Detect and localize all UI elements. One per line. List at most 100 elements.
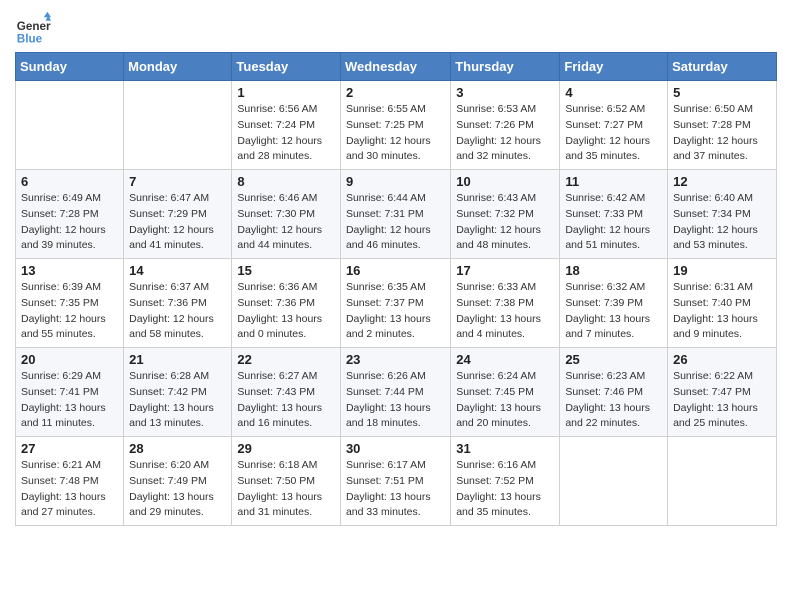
calendar-cell: 31 Sunrise: 6:16 AMSunset: 7:52 PMDayligh… [451, 437, 560, 526]
calendar-cell: 21 Sunrise: 6:28 AMSunset: 7:42 PMDayligh… [124, 348, 232, 437]
calendar-cell: 7 Sunrise: 6:47 AMSunset: 7:29 PMDaylight… [124, 170, 232, 259]
day-number: 19 [673, 263, 771, 278]
logo-icon: General Blue [15, 10, 51, 46]
day-number: 4 [565, 85, 662, 100]
day-number: 31 [456, 441, 554, 456]
calendar-cell: 24 Sunrise: 6:24 AMSunset: 7:45 PMDayligh… [451, 348, 560, 437]
day-info: Sunrise: 6:22 AMSunset: 7:47 PMDaylight:… [673, 369, 771, 432]
day-info: Sunrise: 6:17 AMSunset: 7:51 PMDaylight:… [346, 458, 445, 521]
day-number: 8 [237, 174, 335, 189]
day-info: Sunrise: 6:35 AMSunset: 7:37 PMDaylight:… [346, 280, 445, 343]
day-info: Sunrise: 6:53 AMSunset: 7:26 PMDaylight:… [456, 102, 554, 165]
calendar-cell [16, 81, 124, 170]
day-info: Sunrise: 6:37 AMSunset: 7:36 PMDaylight:… [129, 280, 226, 343]
day-number: 13 [21, 263, 118, 278]
week-row-3: 13 Sunrise: 6:39 AMSunset: 7:35 PMDayligh… [16, 259, 777, 348]
calendar-cell [668, 437, 777, 526]
weekday-sunday: Sunday [16, 53, 124, 81]
day-number: 14 [129, 263, 226, 278]
day-info: Sunrise: 6:28 AMSunset: 7:42 PMDaylight:… [129, 369, 226, 432]
weekday-monday: Monday [124, 53, 232, 81]
day-number: 10 [456, 174, 554, 189]
calendar-cell: 14 Sunrise: 6:37 AMSunset: 7:36 PMDayligh… [124, 259, 232, 348]
calendar-cell: 17Sunrise: 6:33 AMSunset: 7:38 PMDayligh… [451, 259, 560, 348]
day-info: Sunrise: 6:21 AMSunset: 7:48 PMDaylight:… [21, 458, 118, 521]
day-info: Sunrise: 6:50 AMSunset: 7:28 PMDaylight:… [673, 102, 771, 165]
day-info: Sunrise: 6:24 AMSunset: 7:45 PMDaylight:… [456, 369, 554, 432]
calendar-cell: 27 Sunrise: 6:21 AMSunset: 7:48 PMDayligh… [16, 437, 124, 526]
day-info: Sunrise: 6:18 AMSunset: 7:50 PMDaylight:… [237, 458, 335, 521]
day-info: Sunrise: 6:26 AMSunset: 7:44 PMDaylight:… [346, 369, 445, 432]
week-row-4: 20Sunrise: 6:29 AMSunset: 7:41 PMDayligh… [16, 348, 777, 437]
day-number: 23 [346, 352, 445, 367]
day-number: 16 [346, 263, 445, 278]
day-number: 28 [129, 441, 226, 456]
day-info: Sunrise: 6:42 AMSunset: 7:33 PMDaylight:… [565, 191, 662, 254]
calendar-cell: 10Sunrise: 6:43 AMSunset: 7:32 PMDayligh… [451, 170, 560, 259]
calendar-cell: 4 Sunrise: 6:52 AMSunset: 7:27 PMDaylight… [560, 81, 668, 170]
day-number: 2 [346, 85, 445, 100]
day-info: Sunrise: 6:16 AMSunset: 7:52 PMDaylight:… [456, 458, 554, 521]
day-number: 3 [456, 85, 554, 100]
calendar-cell: 5 Sunrise: 6:50 AMSunset: 7:28 PMDaylight… [668, 81, 777, 170]
day-number: 20 [21, 352, 118, 367]
day-number: 12 [673, 174, 771, 189]
day-info: Sunrise: 6:46 AMSunset: 7:30 PMDaylight:… [237, 191, 335, 254]
day-info: Sunrise: 6:36 AMSunset: 7:36 PMDaylight:… [237, 280, 335, 343]
day-number: 22 [237, 352, 335, 367]
calendar-cell: 16 Sunrise: 6:35 AMSunset: 7:37 PMDayligh… [340, 259, 450, 348]
day-info: Sunrise: 6:49 AMSunset: 7:28 PMDaylight:… [21, 191, 118, 254]
day-number: 29 [237, 441, 335, 456]
calendar-cell: 12 Sunrise: 6:40 AMSunset: 7:34 PMDayligh… [668, 170, 777, 259]
calendar-cell: 23 Sunrise: 6:26 AMSunset: 7:44 PMDayligh… [340, 348, 450, 437]
calendar-cell: 29 Sunrise: 6:18 AMSunset: 7:50 PMDayligh… [232, 437, 341, 526]
day-info: Sunrise: 6:56 AMSunset: 7:24 PMDaylight:… [237, 102, 335, 165]
calendar-cell: 30 Sunrise: 6:17 AMSunset: 7:51 PMDayligh… [340, 437, 450, 526]
day-info: Sunrise: 6:52 AMSunset: 7:27 PMDaylight:… [565, 102, 662, 165]
week-row-2: 6 Sunrise: 6:49 AMSunset: 7:28 PMDaylight… [16, 170, 777, 259]
weekday-tuesday: Tuesday [232, 53, 341, 81]
calendar-cell: 9 Sunrise: 6:44 AMSunset: 7:31 PMDaylight… [340, 170, 450, 259]
svg-text:Blue: Blue [17, 32, 43, 45]
day-number: 25 [565, 352, 662, 367]
day-number: 21 [129, 352, 226, 367]
calendar-cell: 18 Sunrise: 6:32 AMSunset: 7:39 PMDayligh… [560, 259, 668, 348]
day-info: Sunrise: 6:47 AMSunset: 7:29 PMDaylight:… [129, 191, 226, 254]
svg-text:General: General [17, 20, 51, 33]
page-header: General Blue [15, 10, 777, 46]
day-info: Sunrise: 6:31 AMSunset: 7:40 PMDaylight:… [673, 280, 771, 343]
logo: General Blue [15, 10, 51, 46]
calendar-cell [560, 437, 668, 526]
day-number: 27 [21, 441, 118, 456]
day-number: 9 [346, 174, 445, 189]
day-info: Sunrise: 6:39 AMSunset: 7:35 PMDaylight:… [21, 280, 118, 343]
calendar-cell [124, 81, 232, 170]
day-number: 26 [673, 352, 771, 367]
calendar-cell: 15 Sunrise: 6:36 AMSunset: 7:36 PMDayligh… [232, 259, 341, 348]
week-row-5: 27 Sunrise: 6:21 AMSunset: 7:48 PMDayligh… [16, 437, 777, 526]
day-number: 30 [346, 441, 445, 456]
weekday-thursday: Thursday [451, 53, 560, 81]
day-number: 6 [21, 174, 118, 189]
calendar-cell: 2Sunrise: 6:55 AMSunset: 7:25 PMDaylight… [340, 81, 450, 170]
day-info: Sunrise: 6:20 AMSunset: 7:49 PMDaylight:… [129, 458, 226, 521]
day-info: Sunrise: 6:32 AMSunset: 7:39 PMDaylight:… [565, 280, 662, 343]
day-number: 24 [456, 352, 554, 367]
day-info: Sunrise: 6:44 AMSunset: 7:31 PMDaylight:… [346, 191, 445, 254]
day-number: 1 [237, 85, 335, 100]
weekday-saturday: Saturday [668, 53, 777, 81]
day-info: Sunrise: 6:27 AMSunset: 7:43 PMDaylight:… [237, 369, 335, 432]
day-number: 7 [129, 174, 226, 189]
calendar-cell: 25Sunrise: 6:23 AMSunset: 7:46 PMDayligh… [560, 348, 668, 437]
calendar-cell: 26 Sunrise: 6:22 AMSunset: 7:47 PMDayligh… [668, 348, 777, 437]
day-info: Sunrise: 6:33 AMSunset: 7:38 PMDaylight:… [456, 280, 554, 343]
calendar-cell: 1 Sunrise: 6:56 AMSunset: 7:24 PMDaylight… [232, 81, 341, 170]
day-number: 5 [673, 85, 771, 100]
day-number: 15 [237, 263, 335, 278]
day-number: 18 [565, 263, 662, 278]
calendar-cell: 19 Sunrise: 6:31 AMSunset: 7:40 PMDayligh… [668, 259, 777, 348]
calendar-cell: 8 Sunrise: 6:46 AMSunset: 7:30 PMDaylight… [232, 170, 341, 259]
day-info: Sunrise: 6:40 AMSunset: 7:34 PMDaylight:… [673, 191, 771, 254]
calendar-cell: 13 Sunrise: 6:39 AMSunset: 7:35 PMDayligh… [16, 259, 124, 348]
calendar-cell: 3 Sunrise: 6:53 AMSunset: 7:26 PMDaylight… [451, 81, 560, 170]
